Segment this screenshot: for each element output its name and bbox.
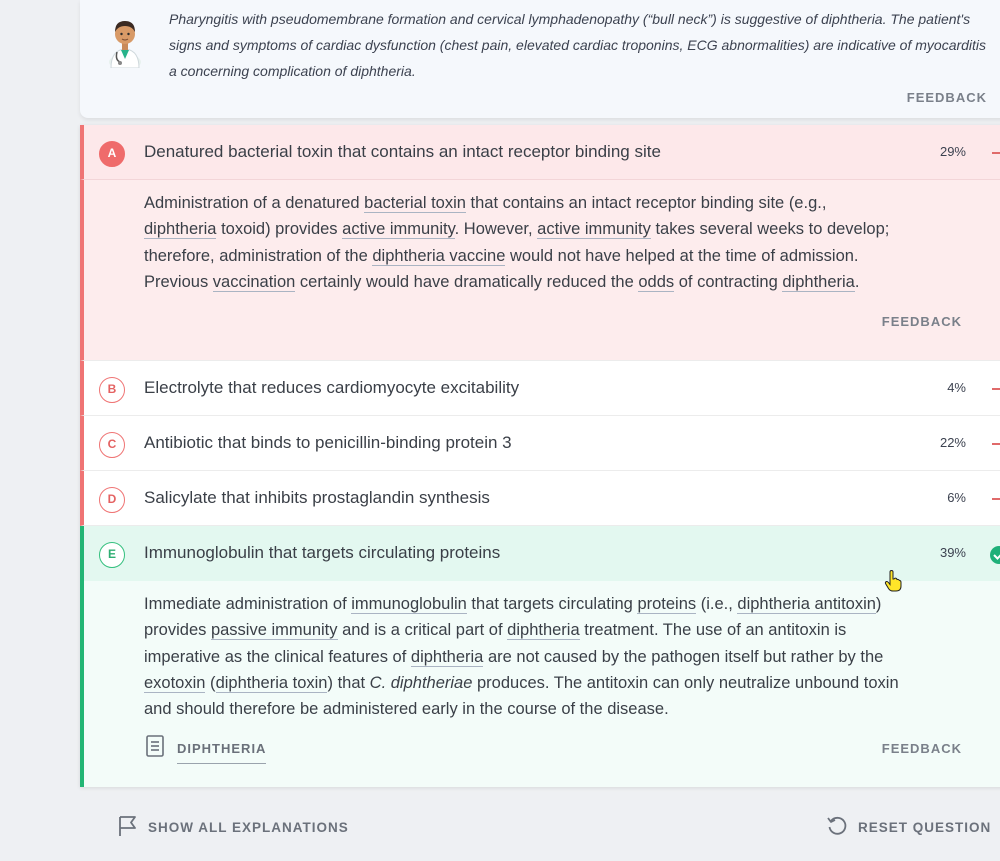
flag-icon (118, 815, 138, 840)
explanation-text: Immediate administration of immunoglobul… (144, 595, 899, 719)
option-c[interactable]: C Antibiotic that binds to penicillin-bi… (80, 416, 1000, 471)
reset-label: RESET QUESTION (858, 820, 992, 835)
term-link[interactable]: diphtheria vaccine (372, 246, 506, 266)
option-text: Electrolyte that reduces cardiomyocyte e… (144, 378, 520, 397)
doctor-avatar-icon (104, 12, 146, 70)
wrong-mark-icon (992, 388, 1000, 390)
check-circle-icon (990, 546, 1000, 564)
term-link[interactable]: immunoglobulin (351, 595, 467, 614)
term-link[interactable]: exotoxin (144, 673, 206, 693)
hint-feedback-button[interactable]: FEEDBACK (907, 90, 987, 105)
option-text: Denatured bacterial toxin that contains … (144, 142, 661, 161)
hint-line: Pharyngitis with pseudomembrane formatio… (169, 11, 971, 27)
explanation-a: Administration of a denatured bacterial … (80, 180, 1000, 361)
option-text: Antibiotic that binds to penicillin-bind… (144, 433, 512, 452)
term-link[interactable]: diphtheria (144, 220, 217, 240)
wrong-mark-icon (992, 152, 1000, 154)
term-link[interactable]: diphtheria (507, 621, 580, 641)
option-letter: C (99, 432, 125, 458)
term-link[interactable]: bacterial toxin (364, 194, 466, 213)
article-icon (146, 734, 164, 765)
option-text: Immunoglobulin that targets circulating … (144, 543, 501, 562)
option-e[interactable]: E Immunoglobulin that targets circulatin… (80, 526, 1000, 581)
explanation-e: Immediate administration of immunoglobul… (80, 581, 1000, 787)
option-text: Salicylate that inhibits prostaglandin s… (144, 488, 490, 507)
option-letter: A (99, 141, 125, 167)
term-link[interactable]: diphtheria antitoxin (737, 595, 876, 614)
term-link[interactable]: vaccination (212, 272, 296, 292)
feedback-button[interactable]: FEEDBACK (882, 309, 962, 335)
option-letter: B (99, 377, 125, 403)
option-percent: 22% (939, 435, 966, 450)
explanation-text: Administration of a denatured bacterial … (144, 194, 890, 292)
option-percent: 29% (939, 144, 966, 159)
term-link[interactable]: diphtheria toxin (215, 673, 328, 693)
term-link[interactable]: diphtheria (782, 272, 855, 292)
hint-line: signs and symptoms of cardiac dysfunctio… (169, 37, 987, 53)
show-all-explanations-button[interactable]: SHOW ALL EXPLANATIONS (118, 815, 349, 840)
option-letter: E (99, 542, 125, 568)
term-link[interactable]: active immunity (342, 220, 455, 240)
hint-line: a concerning complication of diphtheria. (169, 63, 416, 79)
hand-cursor-icon (884, 569, 902, 597)
option-percent: 39% (939, 545, 966, 560)
option-letter: D (99, 487, 125, 513)
term-link[interactable]: odds (638, 272, 675, 292)
wrong-mark-icon (992, 498, 1000, 500)
hint-text: Pharyngitis with pseudomembrane formatio… (169, 6, 1000, 84)
term-link[interactable]: active immunity (537, 220, 651, 240)
article-label: DIPHTHERIA (177, 736, 267, 764)
term-link[interactable]: passive immunity (210, 621, 338, 641)
option-a[interactable]: A Denatured bacterial toxin that contain… (80, 125, 1000, 180)
article-link-diphtheria[interactable]: DIPHTHERIA (146, 734, 267, 765)
answer-options: A Denatured bacterial toxin that contain… (80, 125, 1000, 787)
term-link[interactable]: proteins (637, 595, 697, 614)
reset-question-button[interactable]: RESET QUESTION (826, 815, 991, 840)
option-b[interactable]: B Electrolyte that reduces cardiomyocyte… (80, 361, 1000, 416)
term-link[interactable]: diphtheria (410, 647, 484, 667)
hint-card: Pharyngitis with pseudomembrane formatio… (80, 0, 1000, 118)
wrong-mark-icon (992, 443, 1000, 445)
option-percent: 6% (947, 490, 966, 505)
option-percent: 4% (947, 380, 966, 395)
feedback-button[interactable]: FEEDBACK (882, 736, 962, 762)
reset-icon (826, 815, 848, 840)
show-all-label: SHOW ALL EXPLANATIONS (148, 820, 349, 835)
option-d[interactable]: D Salicylate that inhibits prostaglandin… (80, 471, 1000, 526)
